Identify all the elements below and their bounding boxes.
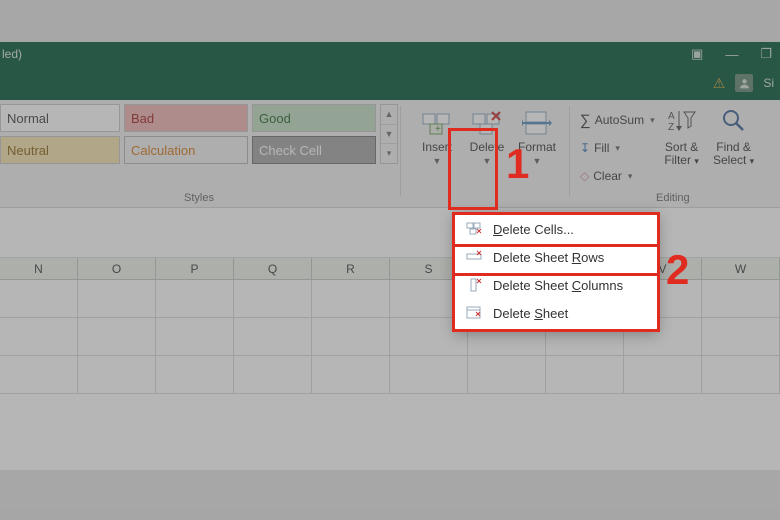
svg-text:Z: Z (668, 122, 674, 133)
autosum-button[interactable]: ∑ AutoSum ▾ (580, 108, 655, 132)
delete-row-icon (465, 249, 483, 265)
chevron-down-icon: ▾ (615, 143, 620, 154)
chevron-down-icon: ▼ (433, 156, 442, 166)
fill-down-icon: ↧ (580, 141, 590, 155)
editing-group-label: Editing (656, 192, 690, 204)
delete-sheet-icon (465, 305, 483, 321)
column-header[interactable]: Q (234, 258, 312, 279)
restore-button[interactable]: ❐ (760, 46, 772, 62)
excel-window: led) ▣ — ❐ ⚠ Si Normal Bad Good ▲ ▼ ▾ (0, 42, 780, 470)
insert-label: Insert (422, 140, 452, 154)
window-controls: ▣ — ❐ (691, 46, 772, 62)
column-headers: N O P Q R S T U V W (0, 258, 780, 280)
cell-style-check-cell[interactable]: Check Cell (252, 136, 376, 164)
delete-column-icon (465, 277, 483, 293)
gallery-expand-icon[interactable]: ▾ (381, 144, 397, 163)
cell-style-calculation[interactable]: Calculation (124, 136, 248, 164)
clear-label: Clear (593, 169, 622, 183)
find-select-label: Find & Select ▾ (709, 141, 759, 168)
cell-style-good[interactable]: Good (252, 104, 376, 132)
annotation-number-1: 1 (506, 140, 529, 188)
titlebar: led) ▣ — ❐ (0, 42, 780, 66)
delete-button[interactable]: Delete ▼ (463, 106, 511, 186)
menu-label: Delete Sheet Rows (493, 250, 604, 265)
scroll-down-icon[interactable]: ▼ (381, 125, 397, 145)
delete-cells-icon (470, 108, 504, 138)
find-select-button[interactable]: Find & Select ▾ (709, 106, 759, 186)
menu-label: Delete Sheet (493, 306, 568, 321)
grid-rows[interactable] (0, 280, 780, 394)
menu-delete-sheet[interactable]: Delete Sheet (457, 299, 655, 327)
chevron-down-icon: ▼ (533, 156, 542, 166)
signin-label[interactable]: Si (763, 76, 774, 90)
menu-delete-sheet-columns[interactable]: Delete Sheet Columns (457, 271, 655, 299)
chevron-down-icon: ▼ (483, 156, 492, 166)
annotation-number-2: 2 (666, 246, 689, 294)
editing-group: ∑ AutoSum ▾ ↧ Fill ▾ ◇ Clear ▾ AZ (572, 100, 759, 207)
column-header[interactable]: O (78, 258, 156, 279)
user-avatar-icon[interactable] (735, 74, 753, 92)
clear-button[interactable]: ◇ Clear ▾ (580, 164, 655, 188)
cell-style-bad[interactable]: Bad (124, 104, 248, 132)
autosum-label: AutoSum (595, 113, 644, 127)
styles-group-label: Styles (0, 192, 398, 207)
minimize-button[interactable]: — (725, 47, 738, 62)
eraser-icon: ◇ (580, 169, 589, 183)
chevron-down-icon: ▾ (650, 115, 655, 126)
sigma-icon: ∑ (580, 112, 591, 129)
insert-button[interactable]: + Insert ▼ (413, 106, 461, 186)
sort-filter-icon: AZ (668, 108, 696, 139)
sort-filter-button[interactable]: AZ Sort & Filter ▾ (657, 106, 707, 186)
column-header[interactable]: R (312, 258, 390, 279)
magnifier-icon (721, 108, 747, 139)
styles-gallery-scroll[interactable]: ▲ ▼ ▾ (380, 104, 398, 164)
window-title: led) (0, 47, 22, 61)
ribbon-display-options-icon[interactable]: ▣ (691, 46, 703, 62)
formula-bar-area[interactable] (0, 208, 780, 258)
chevron-down-icon: ▾ (628, 171, 633, 182)
styles-group: Normal Bad Good ▲ ▼ ▾ Neutral Calculatio… (0, 100, 398, 207)
delete-cells-icon (465, 221, 483, 237)
menu-delete-sheet-rows[interactable]: Delete Sheet Rows (457, 243, 655, 271)
menu-label: Delete Sheet Columns (493, 278, 623, 293)
delete-dropdown-menu: Delete Cells... Delete Sheet Rows Delete… (454, 212, 658, 330)
svg-text:+: + (435, 124, 441, 135)
cell-style-neutral[interactable]: Neutral (0, 136, 120, 164)
sort-filter-label: Sort & Filter ▾ (657, 141, 707, 168)
column-header[interactable]: W (702, 258, 780, 279)
column-header[interactable]: N (0, 258, 78, 279)
menu-label: Delete Cells... (493, 222, 574, 237)
svg-text:A: A (668, 111, 675, 122)
menu-delete-cells[interactable]: Delete Cells... (457, 215, 655, 243)
cells-group: + Insert ▼ Delete ▼ Format ▼ (403, 100, 567, 207)
group-separator (569, 106, 570, 196)
warning-icon[interactable]: ⚠ (713, 75, 726, 92)
delete-label: Delete (470, 140, 505, 154)
column-header[interactable]: P (156, 258, 234, 279)
cell-style-normal[interactable]: Normal (0, 104, 120, 132)
worksheet-area: N O P Q R S T U V W (0, 208, 780, 470)
insert-cells-icon: + (420, 108, 454, 138)
fill-label: Fill (594, 141, 609, 155)
format-cells-icon (520, 108, 554, 138)
scroll-up-icon[interactable]: ▲ (381, 105, 397, 125)
group-separator (400, 106, 401, 196)
fill-button[interactable]: ↧ Fill ▾ (580, 136, 655, 160)
account-band: ⚠ Si (0, 66, 780, 100)
